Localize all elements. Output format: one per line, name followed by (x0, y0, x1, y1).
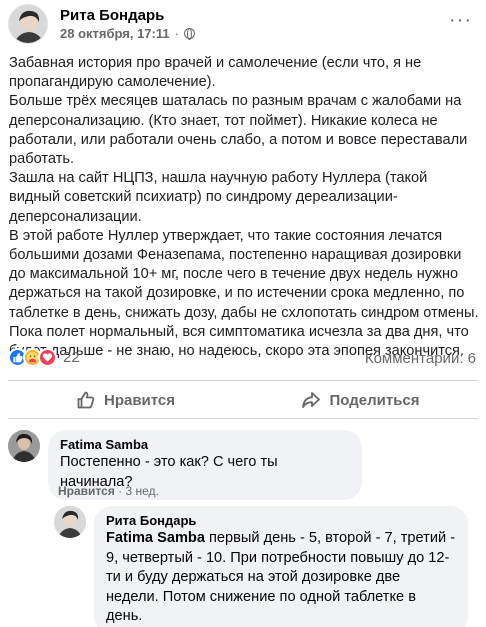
more-options-button[interactable]: ··· (449, 10, 472, 30)
reply-mention[interactable]: Fatima Samba (106, 530, 205, 546)
reply-author[interactable]: Рита Бондарь (106, 513, 456, 529)
reply-bubble: Рита Бондарь Fatima Samba первый день - … (94, 506, 468, 627)
reactions-summary[interactable]: 22 (8, 348, 80, 367)
thumbs-up-icon (77, 391, 95, 409)
divider (8, 418, 478, 419)
post-paragraph: Больше трёх месяцев шаталась по разным в… (9, 93, 468, 168)
share-arrow-icon (302, 392, 321, 408)
post-paragraph: Забавная история про врачей и самолечени… (9, 55, 422, 91)
reply-comment: Рита Бондарь Fatima Samba первый день - … (54, 506, 468, 627)
post-header: Рита Бондарь 28 октября, 17:11 · ··· (8, 4, 478, 44)
share-button[interactable]: Поделиться (243, 383, 478, 417)
commenter-avatar[interactable] (8, 430, 40, 462)
post-paragraph: В этой работе Нуллер утверждает, что так… (9, 227, 479, 321)
divider (8, 380, 478, 381)
comment-time[interactable]: 3 нед. (126, 484, 159, 498)
like-button[interactable]: Нравится (8, 383, 243, 417)
comment-actions-separator: · (118, 484, 123, 498)
comment-actions: Нравится · 3 нед. (58, 484, 159, 498)
meta-separator: · (174, 26, 179, 41)
like-button-label: Нравится (103, 391, 176, 409)
reaction-count: 22 (63, 349, 80, 366)
love-reaction-icon (38, 348, 57, 367)
comment-author[interactable]: Fatima Samba (60, 437, 350, 453)
comments-count-link[interactable]: Комментарии: 6 (365, 350, 476, 367)
globe-icon (183, 28, 195, 40)
author-avatar[interactable] (8, 4, 48, 44)
post-paragraph: Зашла на сайт НЦПЗ, нашла научную работу… (9, 170, 428, 225)
comment-like-button[interactable]: Нравится (58, 484, 115, 498)
post-author-name[interactable]: Рита Бондарь (60, 6, 478, 25)
reply-author-avatar[interactable] (54, 506, 86, 538)
post-meta: 28 октября, 17:11 · (60, 25, 478, 42)
post-actions-bar: Нравится Поделиться (8, 383, 478, 417)
post-timestamp[interactable]: 28 октября, 17:11 (60, 25, 170, 42)
share-button-label: Поделиться (329, 391, 420, 409)
post-body: Забавная история про врачей и самолечени… (9, 54, 481, 361)
reply-text: Fatima Samba первый день - 5, второй - 7… (106, 529, 456, 627)
